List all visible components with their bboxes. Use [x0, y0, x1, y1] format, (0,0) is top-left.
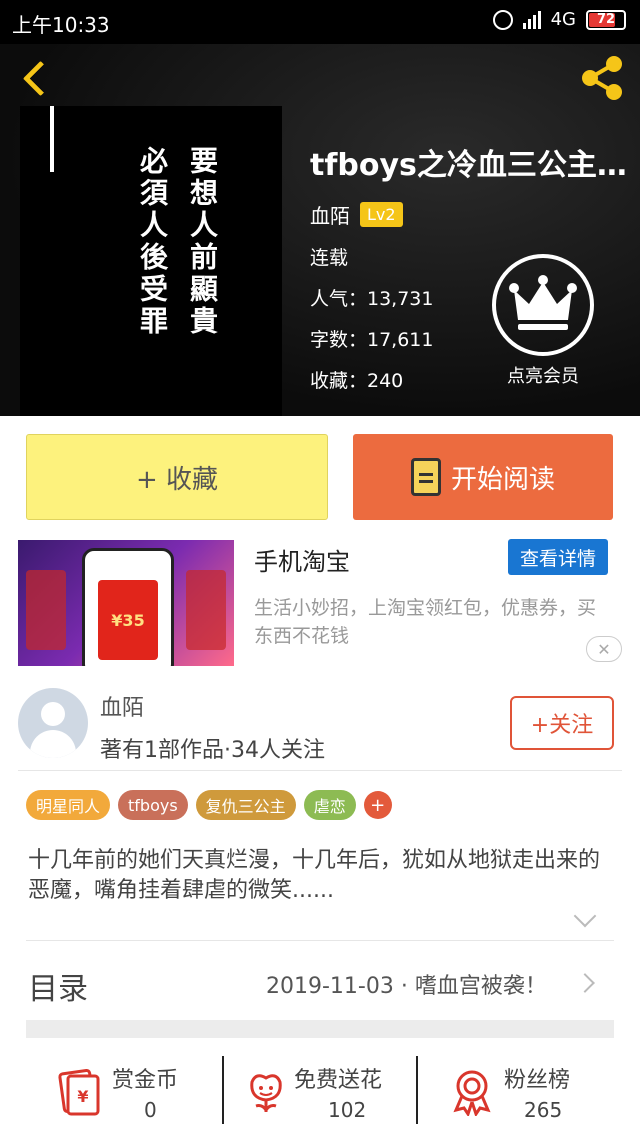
book-cover[interactable]: 要想人前顯貴 必須人後受罪: [20, 106, 282, 416]
ad-description: 生活小妙招，上淘宝领红包，优惠券，买东西不花钱: [254, 597, 597, 647]
status-bar: 上午10:33 4G 72: [0, 0, 640, 44]
add-tag-button[interactable]: +: [363, 791, 392, 819]
cover-text-left: 必須人後受罪: [136, 146, 169, 338]
tag-item[interactable]: 明星同人: [26, 790, 111, 820]
start-reading-button[interactable]: 开始阅读: [353, 434, 613, 520]
send-flower-label: 免费送花: [294, 1068, 383, 1093]
status-icons: 4G 72: [492, 9, 626, 30]
tag-list: 明星同人 tfboys 复仇三公主 虐恋 +: [26, 790, 392, 820]
toc-title[interactable]: 目录: [28, 964, 88, 1008]
svg-text:¥: ¥: [77, 1087, 88, 1106]
close-icon: ✕: [597, 639, 611, 659]
book-icon: [410, 458, 441, 496]
ad-detail-button[interactable]: 查看详情: [508, 539, 608, 575]
section-spacer: [26, 1020, 614, 1038]
signal-icon: [522, 10, 541, 29]
send-flower-button[interactable]: 免费送花 102: [244, 1050, 404, 1138]
start-reading-label: 开始阅读: [450, 464, 555, 495]
battery-icon: 72: [586, 9, 626, 30]
author-avatar[interactable]: [18, 688, 88, 758]
toc-latest-chapter[interactable]: 2019-11-03 · 嗜血宫被袭！: [266, 968, 547, 1000]
chevron-right-icon[interactable]: [578, 974, 596, 992]
divider: [18, 770, 622, 771]
alarm-icon: [492, 9, 513, 30]
cover-bar: [50, 106, 54, 172]
author-level-badge: Lv2: [360, 202, 403, 227]
share-icon: [582, 56, 622, 100]
tag-item[interactable]: tfboys: [118, 790, 188, 820]
fan-count: 265: [524, 1098, 563, 1122]
reward-coin-label: 赏金币: [112, 1068, 179, 1093]
network-type: 4G: [550, 9, 576, 30]
book-summary: 十几年前的她们天真烂漫，十几年后，犹如从地狱走出来的恶魔，嘴角挂着肆虐的微笑..…: [28, 848, 601, 903]
status-time: 上午10:33: [12, 13, 110, 37]
divider: [26, 940, 614, 941]
collect-button[interactable]: + 收藏: [26, 434, 328, 520]
reward-coin-button[interactable]: ¥ 赏金币 0: [58, 1050, 208, 1138]
author-meta: 著有1部作品·34人关注: [100, 738, 325, 763]
red-envelope-icon: ¥: [58, 1068, 100, 1116]
tag-item[interactable]: 虐恋: [303, 790, 356, 820]
follow-button[interactable]: +关注: [510, 696, 614, 750]
bottom-bar: ¥ 赏金币 0 免费送花 102 粉丝榜 265: [0, 1050, 640, 1138]
reward-coin-count: 0: [144, 1098, 157, 1122]
back-button[interactable]: [16, 58, 56, 98]
book-title: tfboys之冷血三公主复...: [310, 148, 630, 183]
divider: [222, 1056, 224, 1124]
ad-title[interactable]: 手机淘宝: [254, 542, 350, 577]
divider: [416, 1056, 418, 1124]
crown-icon: [492, 254, 594, 356]
flower-icon: [250, 1074, 282, 1112]
vip-button[interactable]: 点亮会员: [492, 254, 594, 388]
tag-item[interactable]: 复仇三公主: [195, 790, 296, 820]
red-packet-amount: ¥35: [98, 580, 158, 660]
fan-ranking-label: 粉丝榜: [504, 1068, 571, 1093]
cover-text-right: 要想人前顯貴: [186, 146, 219, 338]
share-button[interactable]: [576, 52, 628, 104]
flower-count: 102: [328, 1098, 367, 1122]
battery-level: 72: [596, 12, 616, 27]
chevron-down-icon[interactable]: [574, 908, 596, 930]
fan-ranking-button[interactable]: 粉丝榜 265: [450, 1050, 610, 1138]
book-author[interactable]: 血陌: [310, 200, 350, 229]
ad-image[interactable]: ¥35: [18, 540, 234, 666]
vip-label: 点亮会员: [507, 366, 579, 387]
author-name[interactable]: 血陌: [100, 690, 144, 722]
medal-icon: [453, 1070, 491, 1116]
ad-close-button[interactable]: ✕: [586, 636, 622, 662]
